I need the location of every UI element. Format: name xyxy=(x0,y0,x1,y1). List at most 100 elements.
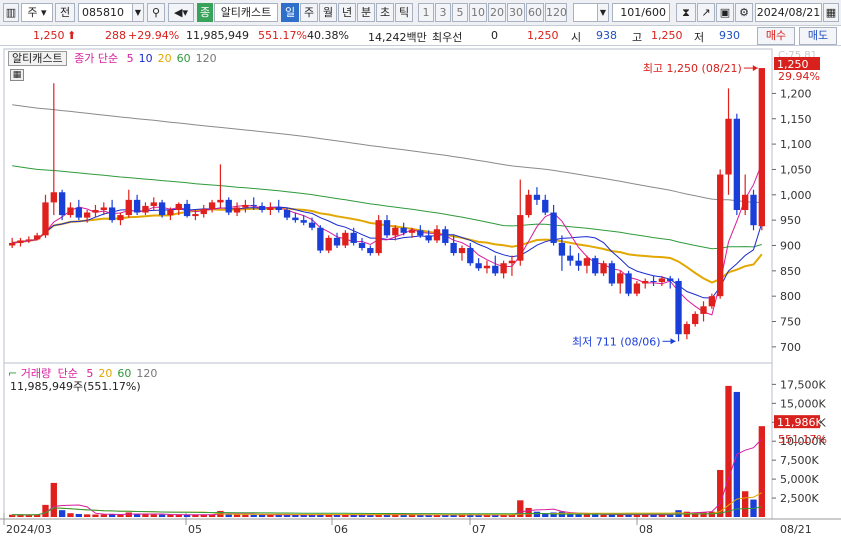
candle-body xyxy=(708,296,716,307)
sell-button[interactable]: 매도 xyxy=(799,27,837,45)
legend-stock-name[interactable]: 알티캐스트 xyxy=(8,51,67,66)
candle-body xyxy=(717,174,724,297)
interval-button-30[interactable]: 30 xyxy=(507,3,525,22)
price-change-pct: +29.94% xyxy=(128,29,180,42)
volume-bar xyxy=(50,482,57,517)
gear-icon[interactable]: ⚙ xyxy=(735,3,753,22)
candle-body xyxy=(608,263,616,284)
volume-bar xyxy=(525,507,532,517)
market-select[interactable]: 주 ▾ xyxy=(21,3,53,22)
candle-body xyxy=(600,263,607,274)
search-icon[interactable]: ⚲ xyxy=(147,3,165,22)
interval-button-10[interactable]: 10 xyxy=(469,3,487,22)
volume-tick-label: 7,500K xyxy=(780,454,819,467)
candle-body xyxy=(483,265,491,269)
draw-tool-icon[interactable]: ↗ xyxy=(697,3,715,22)
candle-body xyxy=(217,199,224,203)
price-tick-label: 1,150 xyxy=(780,113,812,126)
candle-body xyxy=(92,210,99,213)
candle-body xyxy=(583,258,591,266)
candle-body xyxy=(50,192,57,203)
candle-body xyxy=(417,230,424,236)
candle-body xyxy=(350,232,357,243)
open-label: 시 xyxy=(571,31,582,44)
volume-bar xyxy=(583,514,591,517)
chart-panel[interactable]: 700 750 800 850 900 950 1,000 1,050 1,100 1,150 1,… xyxy=(0,47,841,541)
candle-body xyxy=(158,202,166,216)
period-tab-4[interactable]: 분 xyxy=(357,3,375,22)
volume-bar xyxy=(92,514,99,517)
grid-icon[interactable]: ▦ xyxy=(10,69,24,81)
low-arrow-head xyxy=(670,338,676,345)
candle-body xyxy=(675,280,682,335)
candle-type-icon[interactable]: ⧗ xyxy=(676,3,696,22)
save-icon[interactable]: ▣ xyxy=(716,3,734,22)
candle-body xyxy=(150,202,157,206)
candle-body xyxy=(133,199,141,213)
candle-body xyxy=(750,194,757,226)
chevron-down-icon[interactable]: ▼ xyxy=(132,3,144,22)
period-tab-2[interactable]: 월 xyxy=(319,3,337,22)
interval-button-5[interactable]: 5 xyxy=(452,3,468,22)
interval-button-20[interactable]: 20 xyxy=(488,3,506,22)
high-annotation: 최고 1,250 (08/21) xyxy=(643,62,742,75)
candle-body xyxy=(650,280,657,282)
ask-price: 1,250 xyxy=(527,29,559,42)
calendar-icon[interactable]: ▦ xyxy=(823,3,839,22)
volume-value: 11,985,949주(551.17%) xyxy=(10,380,141,393)
speaker-icon[interactable]: ◀▾ xyxy=(168,3,194,22)
data-count[interactable]: 101/600 xyxy=(612,3,670,22)
layout-icon[interactable]: ▥ xyxy=(3,3,19,22)
candle-body xyxy=(408,230,416,233)
volume-bar xyxy=(408,515,416,517)
volume-bar xyxy=(167,514,174,517)
candle-body xyxy=(475,263,482,269)
candle-body xyxy=(308,222,316,228)
candle-body xyxy=(500,263,507,274)
open-price: 938 xyxy=(596,29,617,42)
period-tab-3[interactable]: 년 xyxy=(338,3,356,22)
legend-ma-120: 120 xyxy=(195,52,217,65)
candle-body xyxy=(517,215,524,261)
period-tab-5[interactable]: 초 xyxy=(376,3,394,22)
volume-bar xyxy=(250,514,257,517)
candle-body xyxy=(525,194,532,216)
chevron-down-icon[interactable]: ▼ xyxy=(597,3,609,22)
selection-button[interactable]: 전 xyxy=(55,3,75,22)
candle-body xyxy=(258,205,266,210)
volume-bar xyxy=(100,514,107,517)
candle-body xyxy=(450,242,457,254)
price-tick-label: 950 xyxy=(780,214,801,227)
candle-body xyxy=(392,227,399,236)
period-tab-0[interactable]: 일 xyxy=(281,3,299,22)
date-field[interactable]: 2024/08/21 xyxy=(755,3,822,22)
volume-bar xyxy=(142,514,149,517)
candle-body xyxy=(358,242,366,249)
volume-bar xyxy=(642,514,649,517)
candle-body xyxy=(575,260,582,266)
price-tick-label: 1,100 xyxy=(780,138,812,151)
chart-canvas[interactable]: 700 750 800 850 900 950 1,000 1,050 1,100 1,150 1,… xyxy=(0,47,841,541)
toolbar: ▥ 주 ▾ 전 085810 ▼ ⚲ ◀▾ 종 알티캐스트 일주월년분초틱 13… xyxy=(0,0,841,26)
candle-body xyxy=(317,227,324,251)
interval-button-1[interactable]: 1 xyxy=(418,3,434,22)
candle-body xyxy=(275,207,282,210)
volume-ma-line-60 xyxy=(12,506,762,516)
candle-body xyxy=(200,208,207,215)
period-tab-6[interactable]: 틱 xyxy=(395,3,413,22)
candle-body xyxy=(642,280,649,284)
candle-body xyxy=(467,248,474,264)
interval-button-3[interactable]: 3 xyxy=(435,3,451,22)
candle-body xyxy=(492,265,499,274)
candle-body xyxy=(33,235,41,240)
candle-body xyxy=(267,207,274,210)
legend-ma-60: 60 xyxy=(176,52,191,65)
buy-button[interactable]: 매수 xyxy=(757,27,795,45)
interval-button-120[interactable]: 120 xyxy=(545,3,567,22)
legend-ma-label: 종가 단순 xyxy=(74,52,119,65)
stock-name[interactable]: 알티캐스트 xyxy=(214,3,278,22)
candle-body xyxy=(633,283,641,294)
period-tab-1[interactable]: 주 xyxy=(300,3,318,22)
candle-body xyxy=(8,242,16,246)
interval-button-60[interactable]: 60 xyxy=(526,3,544,22)
